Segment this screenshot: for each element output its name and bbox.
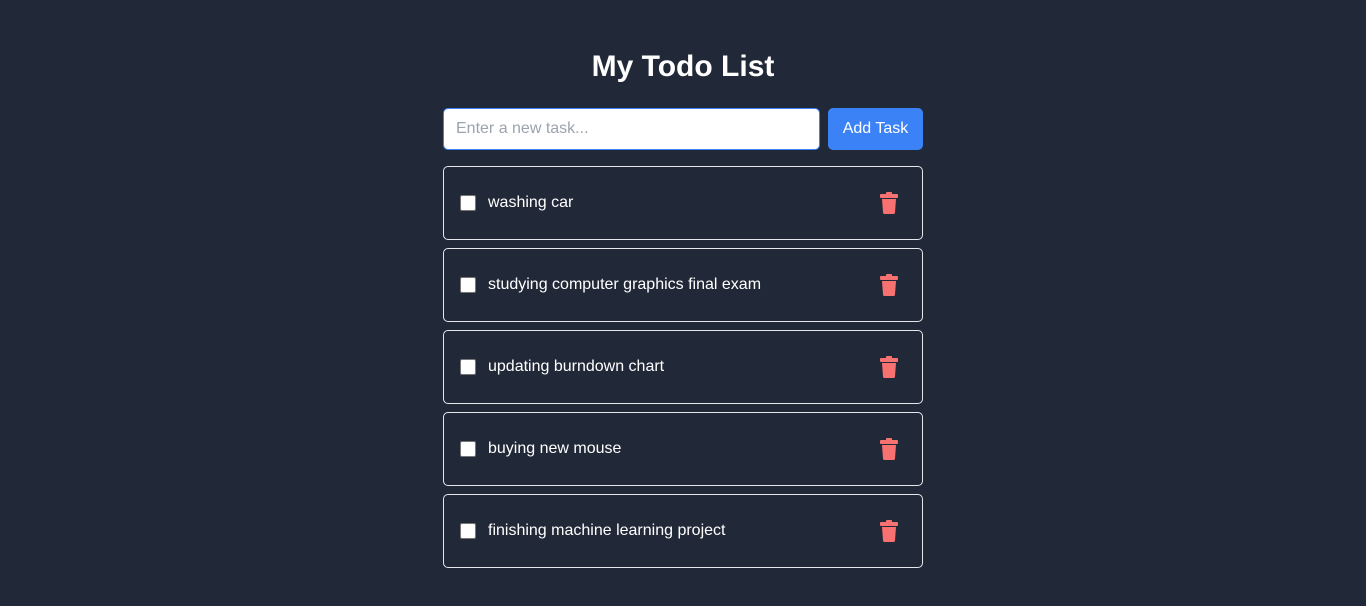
todo-checkbox[interactable] [460,359,476,375]
todo-text: finishing machine learning project [488,522,726,539]
new-task-form: Add Task [443,108,923,150]
todo-checkbox[interactable] [460,523,476,539]
todo-item: finishing machine learning project [443,494,923,568]
delete-todo-button[interactable] [880,274,898,296]
delete-todo-button[interactable] [880,520,898,542]
trash-icon [880,274,898,296]
todo-list: washing car studying computer graphics f… [443,166,923,576]
todo-checkbox[interactable] [460,277,476,293]
delete-todo-button[interactable] [880,356,898,378]
todo-item: updating burndown chart [443,330,923,404]
delete-todo-button[interactable] [880,192,898,214]
todo-item: studying computer graphics final exam [443,248,923,322]
todo-text: buying new mouse [488,440,622,457]
trash-icon [880,520,898,542]
add-task-button[interactable]: Add Task [828,108,923,150]
trash-icon [880,438,898,460]
todo-item: buying new mouse [443,412,923,486]
todo-checkbox[interactable] [460,195,476,211]
delete-todo-button[interactable] [880,438,898,460]
todo-text: washing car [488,194,574,211]
todo-text: studying computer graphics final exam [488,276,762,293]
todo-text: updating burndown chart [488,358,665,375]
todo-checkbox[interactable] [460,441,476,457]
trash-icon [880,192,898,214]
new-task-input[interactable] [443,108,820,150]
page-title: My Todo List [591,50,775,83]
trash-icon [880,356,898,378]
todo-item: washing car [443,166,923,240]
